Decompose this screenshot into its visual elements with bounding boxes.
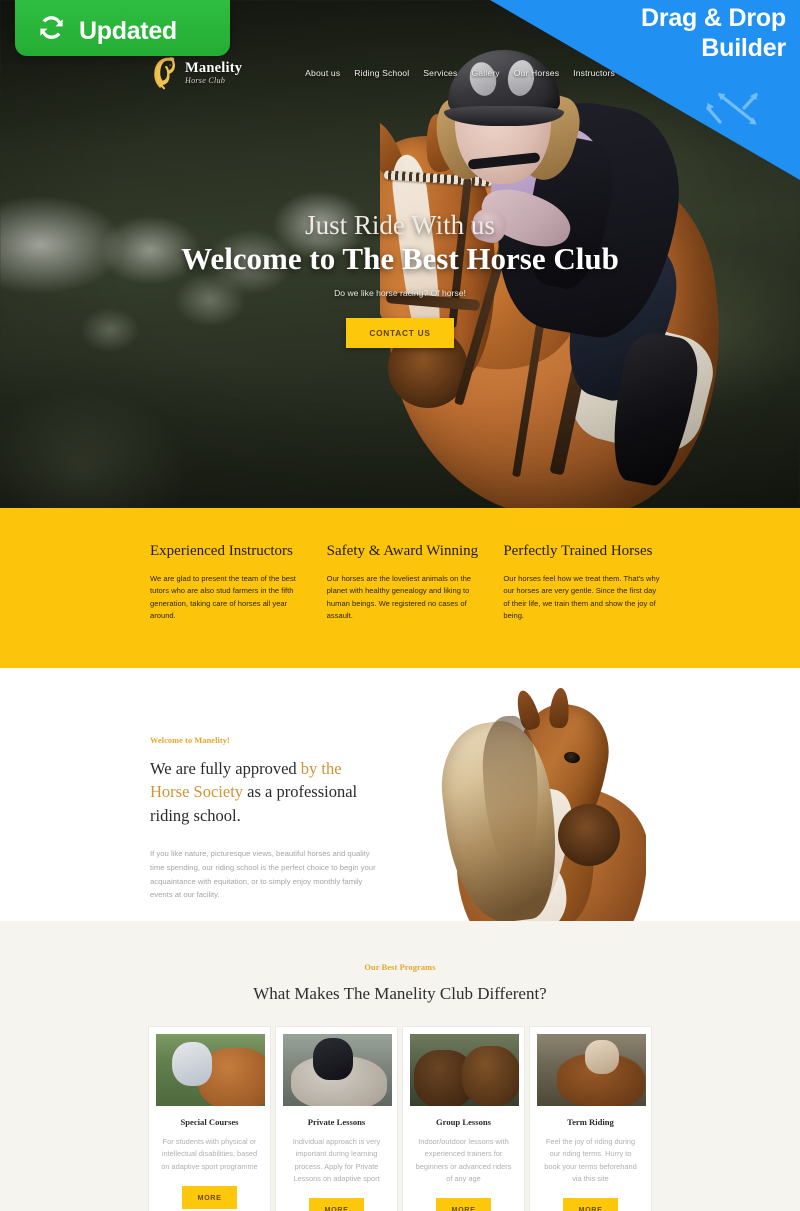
feature-text: Our horses feel how we treat them. That'… — [503, 574, 660, 621]
about-horse-photo — [418, 668, 646, 921]
program-card-body: Private Lessons Individual approach is v… — [283, 1106, 390, 1211]
about-horse-right-ear-shape — [548, 687, 571, 729]
programs-kicker: Our Best Programs — [364, 963, 436, 972]
feature-title: Experienced Instructors — [150, 543, 293, 559]
about-heading-part1: We are fully approved — [150, 759, 301, 778]
horse-head-icon — [154, 57, 175, 90]
feature-text: Our horses are the loveliest animals on … — [326, 574, 472, 621]
program-more-button[interactable]: MORE — [181, 1185, 238, 1209]
hero-subtitle: Do we like horse racing? Of horse! — [334, 288, 466, 299]
feature-title: Safety & Award Winning — [326, 543, 479, 559]
nav-item-gallery[interactable]: Gallery — [471, 68, 499, 78]
feature-title: Perfectly Trained Horses — [503, 543, 653, 559]
hero-copy-block: Just Ride With us Welcome to The Best Ho… — [0, 210, 800, 349]
programs-heading: What Makes The Manelity Club Different? — [253, 984, 547, 1003]
feature-card-safety: Safety & Award Winning Our horses are th… — [327, 542, 484, 622]
program-card-title: Group Lessons — [435, 1117, 491, 1127]
logo-name: Manelity — [185, 59, 243, 76]
logo-text-block: Manelity Horse Club — [185, 61, 242, 86]
main-navigation: About us Riding School Services Gallery … — [305, 68, 725, 78]
program-card-text: Individual approach is very important du… — [292, 1137, 381, 1183]
program-card-text: For students with physical or intellectu… — [161, 1137, 258, 1171]
program-more-button[interactable]: MORE — [308, 1198, 365, 1211]
hero-section: Manelity Horse Club About us Riding Scho… — [0, 0, 800, 508]
program-more-button[interactable]: MORE — [562, 1198, 619, 1211]
program-card-private-lessons[interactable]: Private Lessons Individual approach is v… — [275, 1026, 398, 1211]
nav-item-our-horses[interactable]: Our Horses — [514, 68, 559, 78]
feature-text: We are glad to present the team of the b… — [150, 574, 296, 621]
program-card-term-riding[interactable]: Term Riding Feel the joy of riding durin… — [529, 1026, 652, 1211]
feature-card-instructors: Experienced Instructors We are glad to p… — [150, 542, 307, 622]
programs-card-row: Special Courses For students with physic… — [0, 1026, 800, 1211]
program-card-title: Term Riding — [567, 1117, 614, 1127]
about-heading: We are fully approved by the Horse Socie… — [150, 757, 382, 827]
features-row: Experienced Instructors We are glad to p… — [140, 542, 660, 622]
logo-tagline: Horse Club — [185, 76, 226, 86]
program-card-body: Group Lessons Indoor/outdoor lessons wit… — [410, 1106, 517, 1211]
refresh-icon — [40, 16, 63, 39]
contact-us-button[interactable]: CONTACT US — [346, 318, 454, 349]
updated-badge: Updated — [15, 0, 230, 56]
program-card-image — [410, 1034, 519, 1106]
nav-item-services[interactable]: Services — [423, 68, 457, 78]
features-section: Experienced Instructors We are glad to p… — [0, 508, 800, 668]
programs-section: Our Best Programs What Makes The Manelit… — [0, 921, 800, 1211]
program-card-image — [156, 1034, 265, 1106]
feature-card-trained-horses: Perfectly Trained Horses Our horses feel… — [503, 542, 660, 622]
program-card-image — [283, 1034, 392, 1106]
program-card-image — [537, 1034, 646, 1106]
nav-item-reservation[interactable]: Reservation — [629, 68, 677, 78]
nav-item-contacts[interactable]: Contacts — [690, 68, 725, 78]
site-logo[interactable]: Manelity Horse Club — [148, 56, 242, 90]
about-kicker: Welcome to Manelity! — [150, 736, 230, 745]
nav-item-riding-school[interactable]: Riding School — [354, 68, 409, 78]
about-section: Welcome to Manelity! We are fully approv… — [0, 668, 800, 921]
program-more-button[interactable]: MORE — [435, 1198, 492, 1211]
program-card-body: Special Courses For students with physic… — [156, 1106, 263, 1209]
program-card-special-courses[interactable]: Special Courses For students with physic… — [148, 1026, 271, 1211]
site-header: Manelity Horse Club About us Riding Scho… — [0, 52, 800, 94]
hero-title: Welcome to The Best Horse Club — [181, 241, 619, 277]
nav-item-about-us[interactable]: About us — [305, 68, 340, 78]
about-text: If you like nature, picturesque views, b… — [150, 849, 376, 900]
program-card-text: Indoor/outdoor lessons with experienced … — [415, 1137, 512, 1183]
program-card-title: Special Courses — [180, 1117, 239, 1127]
about-copy-block: Welcome to Manelity! We are fully approv… — [150, 736, 382, 902]
program-card-title: Private Lessons — [307, 1117, 366, 1127]
program-card-group-lessons[interactable]: Group Lessons Indoor/outdoor lessons wit… — [402, 1026, 525, 1211]
hero-kicker: Just Ride With us — [305, 210, 495, 240]
program-card-text: Feel the joy of riding during our riding… — [544, 1137, 637, 1183]
nav-item-instructors[interactable]: Instructors — [573, 68, 615, 78]
template-preview-page: Manelity Horse Club About us Riding Scho… — [0, 0, 800, 1211]
program-card-body: Term Riding Feel the joy of riding durin… — [537, 1106, 644, 1211]
updated-label: Updated — [79, 17, 177, 45]
